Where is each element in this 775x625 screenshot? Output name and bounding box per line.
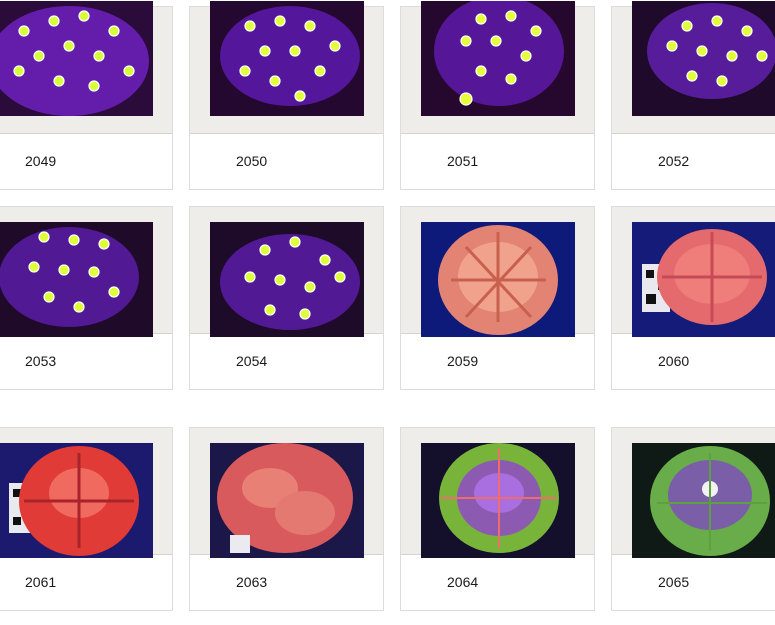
product-id-label[interactable]: 2053 bbox=[25, 353, 56, 369]
product-card[interactable]: 2064 bbox=[400, 427, 595, 611]
product-id-label[interactable]: 2052 bbox=[658, 153, 689, 169]
product-id-label[interactable]: 2059 bbox=[447, 353, 478, 369]
product-card[interactable]: 2049 bbox=[0, 1, 173, 190]
product-id-label[interactable]: 2063 bbox=[236, 574, 267, 590]
product-card[interactable]: 2053 bbox=[0, 206, 173, 390]
coral-photo[interactable] bbox=[421, 222, 575, 337]
product-card[interactable]: 2063 bbox=[189, 427, 384, 611]
coral-photo[interactable] bbox=[0, 222, 153, 337]
coral-photo[interactable] bbox=[421, 1, 575, 116]
product-card[interactable]: 2060 bbox=[611, 206, 775, 390]
product-card[interactable]: 2051 bbox=[400, 1, 595, 190]
product-id-label[interactable]: 2051 bbox=[447, 153, 478, 169]
product-id-label[interactable]: 2065 bbox=[658, 574, 689, 590]
coral-photo[interactable] bbox=[210, 443, 364, 558]
product-card[interactable]: 2061 bbox=[0, 427, 173, 611]
coral-photo[interactable] bbox=[210, 1, 364, 116]
coral-photo[interactable] bbox=[632, 1, 775, 116]
product-id-label[interactable]: 2060 bbox=[658, 353, 689, 369]
coral-photo[interactable] bbox=[421, 443, 575, 558]
product-card[interactable]: 2050 bbox=[189, 1, 384, 190]
product-card[interactable]: 2052 bbox=[611, 1, 775, 190]
product-card[interactable]: 2059 bbox=[400, 206, 595, 390]
coral-photo[interactable] bbox=[0, 1, 153, 116]
product-id-label[interactable]: 2061 bbox=[25, 574, 56, 590]
coral-photo[interactable] bbox=[632, 443, 775, 558]
coral-photo[interactable] bbox=[632, 222, 775, 337]
product-id-label[interactable]: 2054 bbox=[236, 353, 267, 369]
product-gallery: 2049 2050 2051 2052 2053 2054 2059 2060 … bbox=[0, 0, 775, 625]
product-card[interactable]: 2054 bbox=[189, 206, 384, 390]
product-id-label[interactable]: 2050 bbox=[236, 153, 267, 169]
product-card[interactable]: 2065 bbox=[611, 427, 775, 611]
coral-photo[interactable] bbox=[0, 443, 153, 558]
product-id-label[interactable]: 2049 bbox=[25, 153, 56, 169]
product-id-label[interactable]: 2064 bbox=[447, 574, 478, 590]
coral-photo[interactable] bbox=[210, 222, 364, 337]
